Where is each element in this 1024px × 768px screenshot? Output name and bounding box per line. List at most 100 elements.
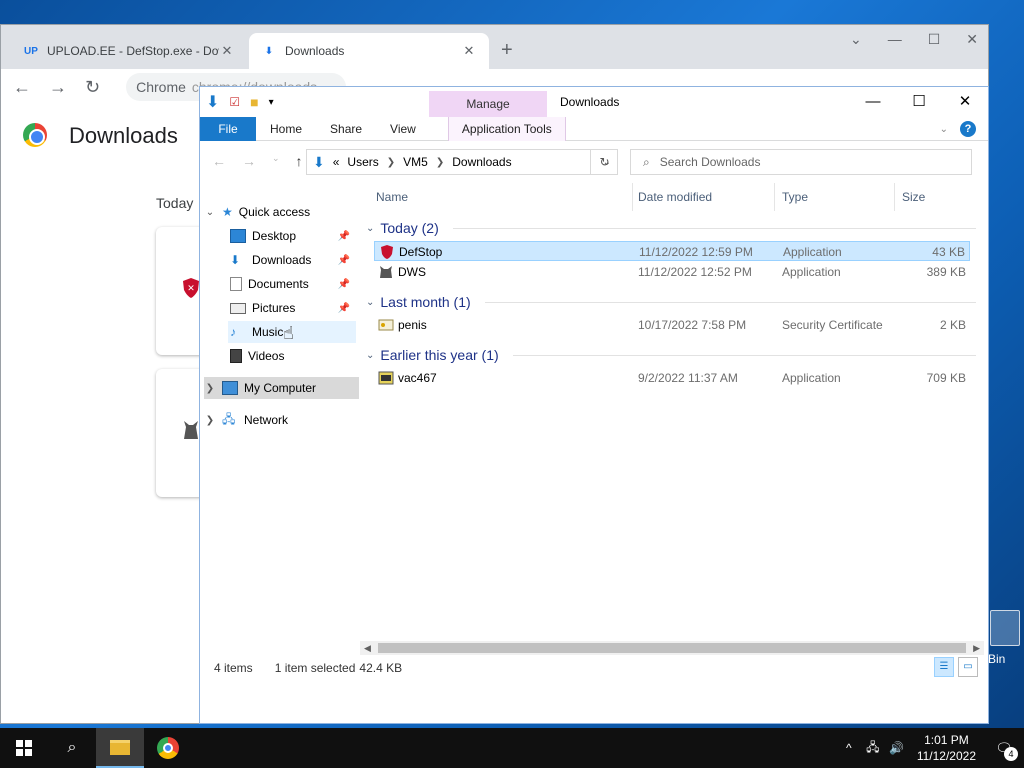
page-title: Downloads	[69, 123, 178, 148]
window-title: Downloads	[560, 95, 620, 109]
column-divider[interactable]	[632, 183, 633, 211]
chrome-icon	[157, 737, 179, 759]
chevron-down-icon[interactable]: ⌄	[366, 223, 374, 234]
taskbar-file-explorer[interactable]	[96, 728, 144, 768]
horizontal-scrollbar[interactable]: ◀ ▶	[360, 641, 984, 655]
volume-icon[interactable]: 🔊	[885, 741, 909, 755]
tab-file[interactable]: File	[200, 116, 256, 141]
network-icon[interactable]: 🖧	[861, 738, 885, 759]
refresh-icon[interactable]: ↻	[590, 149, 618, 175]
chevron-down-icon[interactable]: ⌄	[366, 297, 374, 308]
file-row-vac467[interactable]: vac467 9/2/2022 11:37 AM Application 709…	[374, 368, 970, 388]
search-button[interactable]: ⌕	[48, 728, 96, 768]
pin-icon[interactable]: 📌	[338, 279, 350, 290]
chevron-down-icon[interactable]: ⌄	[366, 350, 374, 361]
manage-contextual-tab[interactable]: Manage	[429, 91, 547, 117]
maximize-icon[interactable]: ☐	[928, 31, 941, 48]
nav-item-documents[interactable]: Documents 📌	[230, 273, 356, 295]
tab-share[interactable]: Share	[316, 117, 376, 141]
file-date: 11/12/2022 12:59 PM	[639, 245, 753, 259]
column-type[interactable]: Type	[782, 190, 808, 204]
column-date-modified[interactable]: Date modified	[638, 190, 712, 204]
forward-icon[interactable]: →	[49, 77, 67, 98]
new-tab-button[interactable]: +	[501, 39, 513, 62]
group-label: Today (2)	[380, 220, 439, 236]
recycle-bin-icon[interactable]	[990, 610, 1020, 646]
expand-ribbon-icon[interactable]: ⌄	[940, 124, 948, 135]
music-icon: ♪	[230, 325, 236, 339]
nav-my-computer[interactable]: ❯ My Computer	[204, 377, 359, 399]
start-button[interactable]	[0, 728, 48, 768]
maximize-icon[interactable]: ☐	[896, 87, 942, 117]
scrollbar-thumb[interactable]	[378, 643, 966, 653]
group-earlier-this-year[interactable]: ⌄ Earlier this year (1)	[366, 344, 976, 366]
nav-item-videos[interactable]: Videos	[230, 345, 356, 367]
search-input[interactable]: ⌕ Search Downloads	[630, 149, 972, 175]
column-divider[interactable]	[774, 183, 775, 211]
up-icon[interactable]: ↑	[296, 153, 303, 169]
nav-network[interactable]: ❯ 🖧 Network	[204, 409, 359, 431]
chevron-right-icon[interactable]: ❯	[204, 383, 216, 394]
address-overflow[interactable]: «	[333, 155, 340, 169]
breadcrumb-separator-icon[interactable]: ❯	[387, 157, 395, 168]
tab-view[interactable]: View	[376, 117, 430, 141]
help-icon[interactable]: ?	[960, 121, 976, 137]
nav-item-pictures[interactable]: Pictures 📌	[230, 297, 356, 319]
group-today[interactable]: ⌄ Today (2)	[366, 217, 976, 239]
scroll-left-icon[interactable]: ◀	[364, 641, 371, 655]
tab-application-tools[interactable]: Application Tools	[447, 116, 566, 141]
pin-icon[interactable]: 📌	[338, 303, 350, 314]
minimize-icon[interactable]: —	[850, 87, 896, 117]
file-row-penis[interactable]: penis 10/17/2022 7:58 PM Security Certif…	[374, 315, 970, 335]
reload-icon[interactable]: ↻	[85, 77, 100, 98]
tab-upload-ee[interactable]: UP UPLOAD.EE - DefStop.exe - Dow ✕	[11, 33, 247, 69]
nav-item-downloads[interactable]: ⬇ Downloads 📌	[230, 249, 356, 271]
breadcrumb-vm5[interactable]: VM5	[403, 155, 428, 169]
close-icon[interactable]: ✕	[966, 31, 978, 48]
file-row-defstop[interactable]: DefStop 11/12/2022 12:59 PM Application …	[374, 241, 970, 261]
pin-icon[interactable]: 📌	[338, 231, 350, 242]
forward-icon[interactable]: →	[242, 153, 256, 169]
column-size[interactable]: Size	[902, 190, 925, 204]
back-icon[interactable]: ←	[13, 77, 31, 98]
recent-locations-icon[interactable]: ⌄	[272, 153, 280, 169]
customize-qat-icon[interactable]: ▾	[269, 97, 274, 108]
clock-date: 11/12/2022	[916, 749, 976, 763]
nav-item-desktop[interactable]: Desktop 📌	[230, 225, 356, 247]
chevron-right-icon[interactable]: ❯	[204, 415, 216, 426]
properties-icon[interactable]: ☑	[229, 95, 240, 109]
tab-downloads[interactable]: ⬇ Downloads ✕	[249, 33, 489, 69]
details-view-icon[interactable]: ☰	[934, 657, 954, 677]
chevron-down-icon[interactable]: ⌄	[204, 207, 216, 218]
column-divider[interactable]	[894, 183, 895, 211]
scroll-right-icon[interactable]: ▶	[973, 641, 980, 655]
tab-home[interactable]: Home	[256, 117, 316, 141]
large-icons-view-icon[interactable]: ▭	[958, 657, 978, 677]
nav-label: Network	[244, 413, 289, 427]
pin-icon[interactable]: 📌	[338, 255, 350, 266]
column-name[interactable]: Name	[376, 190, 408, 204]
close-tab-icon[interactable]: ✕	[461, 43, 477, 59]
breadcrumb-users[interactable]: Users	[347, 155, 378, 169]
taskbar-chrome[interactable]	[144, 728, 192, 768]
selection-size: 42.4 KB	[359, 661, 403, 675]
close-icon[interactable]: ✕	[942, 87, 988, 117]
show-hidden-icons-icon[interactable]: ^	[837, 741, 861, 755]
clock[interactable]: 1:01 PM 11/12/2022	[909, 732, 984, 764]
close-tab-icon[interactable]: ✕	[219, 43, 235, 59]
breadcrumb-separator-icon[interactable]: ❯	[436, 157, 444, 168]
download-arrow-icon[interactable]: ⬇	[206, 92, 219, 112]
wolf-icon	[184, 421, 198, 439]
file-row-dws[interactable]: DWS 11/12/2022 12:52 PM Application 389 …	[374, 262, 970, 282]
address-bar[interactable]: ⬇ « Users ❯ VM5 ❯ Downloads ⌄	[306, 149, 618, 175]
action-center-button[interactable]: 🗨 4	[984, 740, 1024, 761]
group-divider	[452, 227, 976, 229]
file-size: 389 KB	[926, 265, 966, 279]
nav-quick-access[interactable]: ⌄ ★ Quick access	[204, 201, 359, 223]
group-last-month[interactable]: ⌄ Last month (1)	[366, 291, 976, 313]
tab-search-icon[interactable]: ⌄	[850, 31, 862, 48]
back-icon[interactable]: ←	[212, 153, 226, 169]
new-folder-icon[interactable]: ■	[250, 94, 258, 110]
breadcrumb-downloads[interactable]: Downloads	[452, 155, 511, 169]
minimize-icon[interactable]: —	[888, 31, 902, 48]
